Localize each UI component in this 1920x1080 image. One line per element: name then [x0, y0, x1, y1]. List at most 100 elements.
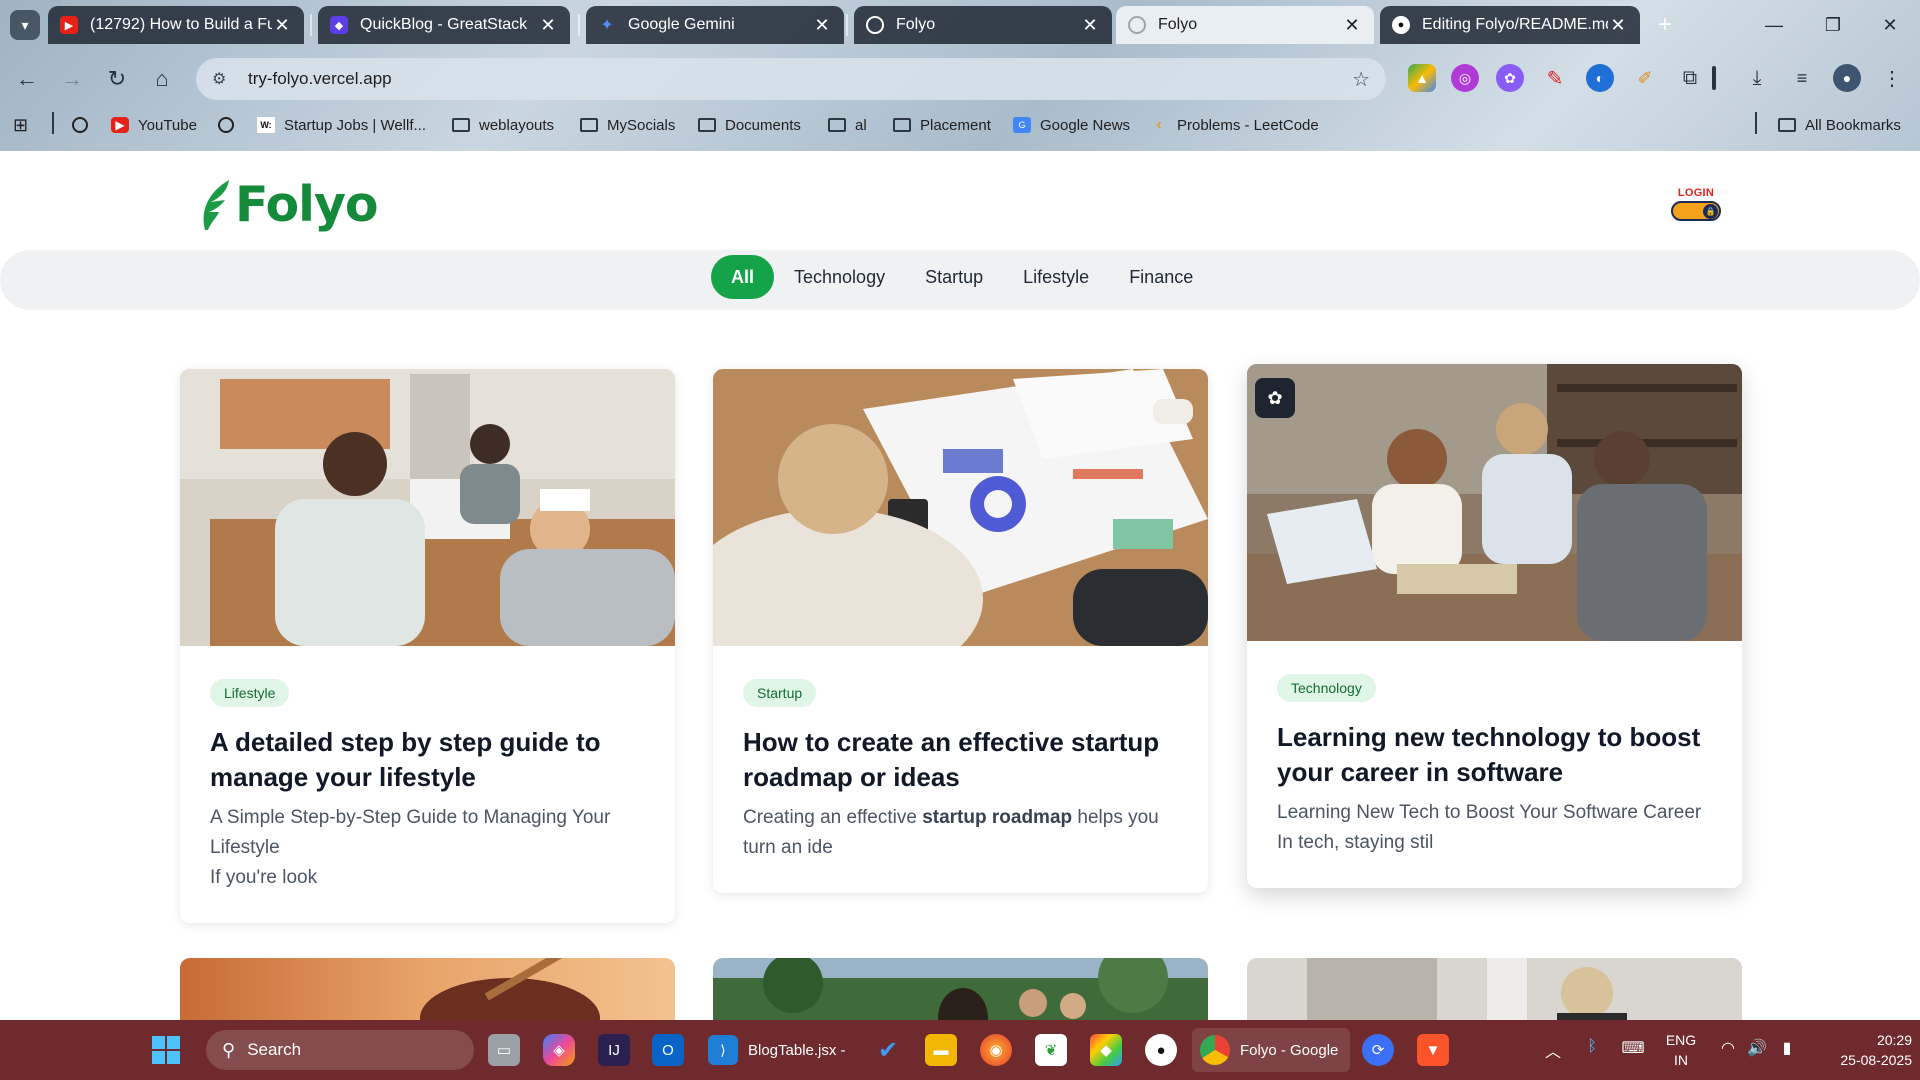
- pen-extension-icon[interactable]: ✎: [1541, 64, 1569, 92]
- tab-lifestyle[interactable]: Lifestyle: [1003, 255, 1109, 299]
- language-indicator[interactable]: ENG IN: [1664, 1030, 1698, 1070]
- system-clock[interactable]: 20:29 25-08-2025: [1818, 1030, 1912, 1070]
- excerpt-bold: startup roadmap: [922, 807, 1073, 828]
- taskbar-chrome[interactable]: Folyo - Google: [1192, 1028, 1350, 1072]
- url-text[interactable]: try-folyo.vercel.app: [248, 69, 1352, 89]
- highlighter-extension-icon[interactable]: ✐: [1631, 64, 1659, 92]
- wifi-icon[interactable]: ◠: [1716, 1038, 1740, 1058]
- ai-brain-icon[interactable]: ✿: [1255, 378, 1295, 418]
- close-tab-icon[interactable]: ✕: [1608, 15, 1628, 36]
- start-windows-icon[interactable]: [150, 1034, 182, 1066]
- intellij-icon[interactable]: IJ: [598, 1034, 630, 1066]
- web-page: Folyo LOGIN 🔒 All Technology Startup Lif…: [0, 151, 1920, 1020]
- restore-button[interactable]: ❐: [1813, 8, 1853, 42]
- login-toggle[interactable]: LOGIN 🔒: [1670, 187, 1722, 221]
- task-view-icon[interactable]: ▭: [488, 1034, 520, 1066]
- home-button[interactable]: ⌂: [145, 62, 179, 96]
- close-window-button[interactable]: ✕: [1870, 8, 1910, 42]
- post-excerpt: Creating an effective startup roadmap he…: [743, 803, 1178, 863]
- login-label: LOGIN: [1677, 187, 1715, 199]
- post-title[interactable]: How to create an effective startup roadm…: [743, 725, 1178, 795]
- category-bar: All Technology Startup Lifestyle Finance: [0, 250, 1920, 310]
- download-icon[interactable]: ⤓: [1743, 64, 1771, 92]
- blog-card[interactable]: Startup How to create an effective start…: [713, 369, 1208, 893]
- tab-all[interactable]: All: [711, 255, 775, 299]
- profile-avatar[interactable]: ●: [1833, 64, 1861, 92]
- outlook-icon[interactable]: O: [652, 1034, 684, 1066]
- greatstack-icon: ◆: [330, 16, 348, 34]
- category-badge: Technology: [1277, 674, 1376, 702]
- clock-time: 20:29: [1876, 1032, 1912, 1048]
- copilot-icon[interactable]: ◈: [543, 1034, 575, 1066]
- post-title[interactable]: Learning new technology to boost your ca…: [1277, 720, 1712, 790]
- chrome-icon: [1200, 1035, 1230, 1065]
- tab-github[interactable]: ● Editing Folyo/README.md ✕: [1380, 6, 1640, 44]
- next-card-image-peek: [713, 958, 1208, 1020]
- all-bookmarks-area: All Bookmarks: [0, 106, 1920, 142]
- category-badge: Startup: [743, 679, 817, 707]
- todo-check-icon[interactable]: ✔: [872, 1034, 904, 1066]
- extensions-puzzle-icon[interactable]: ⧉: [1676, 64, 1704, 92]
- site-info-icon[interactable]: ⚙: [212, 69, 238, 89]
- students-study-photo: [1247, 364, 1742, 641]
- tab-folyo-1[interactable]: Folyo ✕: [854, 6, 1112, 44]
- close-tab-icon[interactable]: ✕: [1080, 15, 1100, 36]
- extension-blue-icon[interactable]: ◐: [1586, 64, 1614, 92]
- tab-finance[interactable]: Finance: [1109, 255, 1213, 299]
- git-tool-icon[interactable]: ◆: [1090, 1034, 1122, 1066]
- all-bookmarks-button[interactable]: All Bookmarks: [1778, 114, 1901, 136]
- github-desktop-icon[interactable]: ●: [1145, 1034, 1177, 1066]
- reading-list-icon[interactable]: ≡: [1788, 64, 1816, 92]
- tab-gemini[interactable]: ✦ Google Gemini ✕: [586, 6, 844, 44]
- file-explorer-icon[interactable]: ▬: [925, 1034, 957, 1066]
- taskbar-search[interactable]: ⚲ Search: [206, 1030, 474, 1070]
- tab-quickblog[interactable]: ◆ QuickBlog - GreatStack ✕: [318, 6, 570, 44]
- bookmark-star-icon[interactable]: ☆: [1352, 67, 1370, 92]
- card-body: Startup How to create an effective start…: [713, 646, 1208, 893]
- taskbar-vscode[interactable]: ⟩ BlogTable.jsx -: [700, 1028, 854, 1072]
- forward-button[interactable]: →: [55, 62, 89, 96]
- back-button[interactable]: ←: [10, 62, 44, 96]
- close-tab-icon[interactable]: ✕: [812, 15, 832, 36]
- extension-brain-icon[interactable]: ✿: [1496, 64, 1524, 92]
- tab-title: (12792) How to Build a Full: [90, 16, 272, 33]
- brave-icon[interactable]: ▼: [1417, 1034, 1449, 1066]
- menu-kebab-icon[interactable]: ⋮: [1878, 64, 1906, 92]
- arrow-right-icon: →: [61, 66, 83, 91]
- reload-button[interactable]: ↻: [100, 62, 134, 96]
- sync-app-icon[interactable]: ⟳: [1362, 1034, 1394, 1066]
- tab-technology[interactable]: Technology: [774, 255, 905, 299]
- volume-icon[interactable]: 🔊: [1745, 1038, 1769, 1058]
- tab-startup[interactable]: Startup: [905, 255, 1003, 299]
- tab-search-button[interactable]: ▾: [10, 10, 40, 40]
- browser-chrome: ▾ ▶ (12792) How to Build a Full ✕ ◆ Quic…: [0, 0, 1920, 151]
- tab-folyo-active[interactable]: Folyo ✕: [1116, 6, 1374, 44]
- close-tab-icon[interactable]: ✕: [1342, 15, 1362, 36]
- plus-icon: +: [1657, 11, 1672, 38]
- firefox-icon[interactable]: ◉: [980, 1034, 1012, 1066]
- excerpt-line: In tech, staying stil: [1277, 832, 1434, 853]
- new-tab-button[interactable]: +: [1650, 10, 1680, 40]
- extension-purple-icon[interactable]: ◎: [1451, 64, 1479, 92]
- login-switch[interactable]: 🔒: [1671, 201, 1721, 221]
- tab-divider: [578, 14, 580, 36]
- close-tab-icon[interactable]: ✕: [272, 15, 292, 36]
- address-bar[interactable]: ⚙ try-folyo.vercel.app ☆: [196, 58, 1386, 100]
- chevron-down-icon: ▾: [21, 16, 29, 33]
- mongodb-icon[interactable]: ❦: [1035, 1034, 1067, 1066]
- brand-name: Folyo: [235, 176, 379, 233]
- tab-youtube[interactable]: ▶ (12792) How to Build a Full ✕: [48, 6, 304, 44]
- google-drive-icon[interactable]: ▲: [1408, 64, 1436, 92]
- bluetooth-icon[interactable]: ᛒ: [1580, 1038, 1604, 1056]
- minimize-button[interactable]: —: [1754, 8, 1794, 42]
- site-logo[interactable]: Folyo: [199, 176, 379, 233]
- leaf-logo-icon: [203, 179, 229, 230]
- keyboard-icon[interactable]: ⌨: [1620, 1038, 1646, 1058]
- close-tab-icon[interactable]: ✕: [538, 15, 558, 36]
- blog-card[interactable]: ✿ Technology Learning new technology to …: [1247, 364, 1742, 888]
- battery-icon[interactable]: ▮: [1775, 1038, 1799, 1058]
- show-hidden-icons[interactable]: ︿: [1541, 1038, 1565, 1062]
- post-title[interactable]: A detailed step by step guide to manage …: [210, 725, 645, 795]
- blog-card[interactable]: Lifestyle A detailed step by step guide …: [180, 369, 675, 923]
- category-badge: Lifestyle: [210, 679, 290, 707]
